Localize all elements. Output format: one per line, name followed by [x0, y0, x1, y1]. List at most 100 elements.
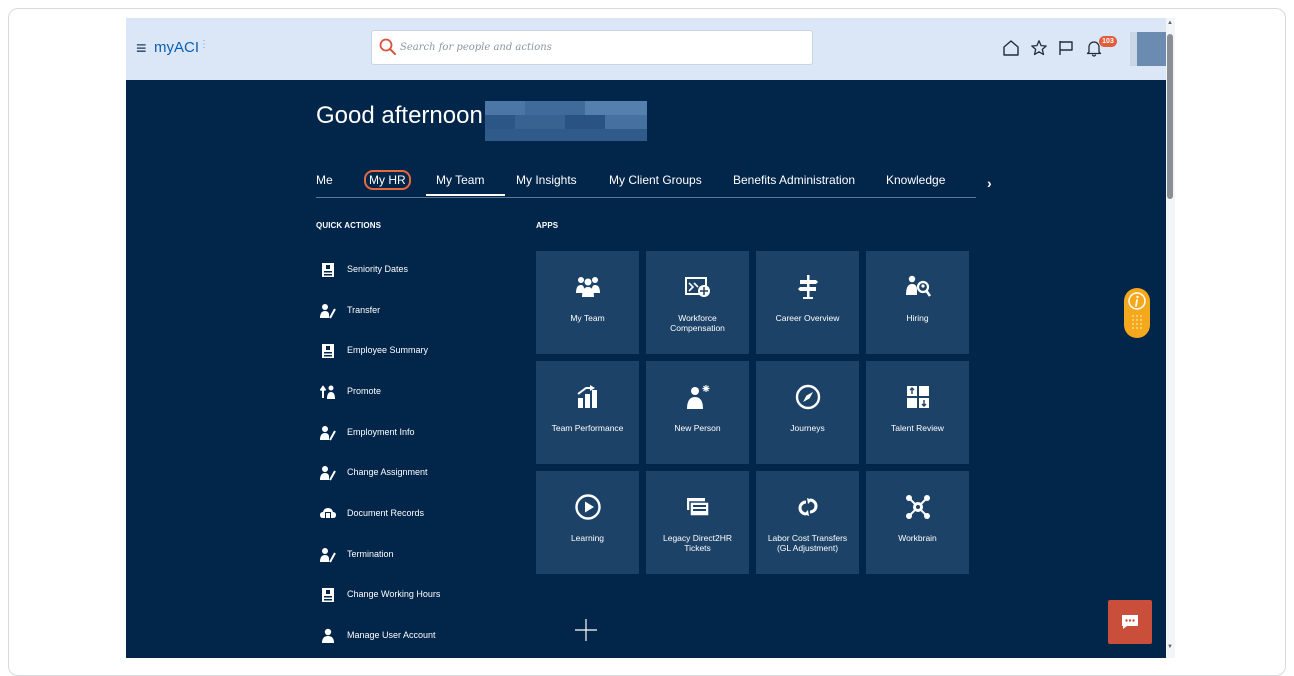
tab-my-client-groups[interactable]: My Client Groups	[609, 173, 702, 187]
transfer-cycle-icon	[798, 498, 818, 516]
scroll-up-icon[interactable]: ▲	[1167, 20, 1173, 26]
chat-bubble-icon	[1122, 615, 1138, 629]
tab-benefits-administration[interactable]: Benefits Administration	[733, 173, 855, 187]
top-bar: ≡ myACI⋮ 103	[126, 18, 1166, 80]
app-tile-team-performance[interactable]: Team Performance	[536, 361, 639, 464]
app-tile-career-overview[interactable]: Career Overview	[756, 251, 859, 354]
chat-button[interactable]	[1108, 600, 1152, 644]
compensation-icon	[685, 277, 710, 297]
grip-dots-icon	[1132, 315, 1142, 329]
quick-action-document-records[interactable]: Document Records	[316, 504, 496, 524]
quick-action-employee-summary[interactable]: Employee Summary	[316, 341, 496, 361]
quick-action-termination[interactable]: Termination	[316, 545, 496, 565]
greeting: Good afternoon,	[316, 102, 490, 129]
quick-action-label: Promote	[347, 386, 382, 396]
tabs-next-arrow-icon[interactable]: ›	[987, 175, 992, 191]
app-tile-legacy-direct2hr-tickets[interactable]: Legacy Direct2HR Tickets	[646, 471, 749, 574]
quick-action-promote[interactable]: Promote	[316, 382, 496, 402]
tickets-icon	[687, 498, 710, 517]
person-edit-icon	[320, 548, 336, 563]
performance-chart-icon	[577, 385, 597, 408]
app-tile-learning[interactable]: Learning	[536, 471, 639, 574]
quick-action-manage-user-account[interactable]: Manage User Account	[316, 626, 496, 646]
app-tile-journeys[interactable]: Journeys	[756, 361, 859, 464]
info-icon	[1128, 292, 1146, 310]
id-badge-icon	[322, 263, 334, 277]
quick-action-label: Transfer	[347, 305, 381, 315]
logo[interactable]: myACI⋮	[154, 39, 209, 56]
app-tile-label: Workbrain	[898, 533, 937, 543]
quick-action-label: Employee Summary	[347, 345, 429, 355]
id-badge-icon	[322, 588, 334, 602]
help-widget[interactable]	[1124, 288, 1150, 338]
tab-me[interactable]: Me	[316, 173, 333, 187]
avatar[interactable]	[1130, 32, 1166, 66]
tab-my-team[interactable]: My Team	[425, 173, 507, 196]
id-badge-icon	[322, 344, 334, 358]
quick-action-transfer[interactable]: Transfer	[316, 301, 496, 321]
quick-action-label: Change Assignment	[347, 467, 428, 477]
tab-knowledge[interactable]: Knowledge	[886, 173, 945, 187]
talent-grid-icon	[907, 386, 929, 408]
quick-action-label: Employment Info	[347, 427, 415, 437]
search-icon	[379, 38, 396, 55]
quick-action-change-assignment[interactable]: Change Assignment	[316, 463, 496, 483]
app-tile-label: Journeys	[790, 423, 825, 433]
promote-icon	[320, 385, 335, 399]
quick-action-label: Termination	[347, 549, 394, 559]
add-icon[interactable]	[574, 618, 598, 642]
star-icon[interactable]	[1030, 39, 1048, 57]
hamburger-icon[interactable]: ≡	[136, 38, 147, 58]
search-input[interactable]	[400, 31, 800, 64]
person-icon	[322, 628, 334, 643]
app-tile-workbrain[interactable]: Workbrain	[866, 471, 969, 574]
app-tile-talent-review[interactable]: Talent Review	[866, 361, 969, 464]
home-icon[interactable]	[1002, 39, 1020, 57]
cloud-document-icon	[320, 508, 336, 519]
quick-action-change-working-hours[interactable]: Change Working Hours	[316, 585, 496, 605]
quick-action-employment-info[interactable]: Employment Info	[316, 423, 496, 443]
scrollbar-thumb[interactable]	[1167, 34, 1173, 199]
quick-action-label: Document Records	[347, 508, 425, 518]
app-tile-label: Legacy Direct2HR Tickets	[663, 533, 732, 553]
quick-action-label: Change Working Hours	[347, 589, 441, 599]
app-tile-label: Learning	[570, 533, 605, 543]
app-tile-new-person[interactable]: New Person	[646, 361, 749, 464]
signpost-icon	[798, 275, 818, 299]
app-tile-label: Labor Cost Transfers (GL Adjustment)	[767, 533, 848, 553]
app-window: ≡ myACI⋮ 103 Good afternoon,	[126, 18, 1166, 658]
quick-action-seniority-dates[interactable]: Seniority Dates	[316, 260, 496, 280]
hiring-icon	[906, 275, 932, 297]
search-box[interactable]	[371, 30, 813, 65]
person-edit-icon	[320, 304, 336, 319]
app-tile-hiring[interactable]: Hiring	[866, 251, 969, 354]
logo-text: myACI	[154, 39, 199, 56]
play-icon	[575, 494, 601, 520]
person-edit-icon	[320, 426, 336, 441]
apps-heading: APPS	[536, 221, 559, 230]
app-tile-label: Hiring	[906, 313, 929, 323]
person-edit-icon	[320, 466, 336, 481]
app-tile-label: Career Overview	[775, 313, 840, 323]
team-icon	[576, 277, 600, 297]
tab-my-insights[interactable]: My Insights	[516, 173, 577, 187]
quick-action-label: Seniority Dates	[347, 264, 409, 274]
app-tile-workforce-compensation[interactable]: Workforce Compensation	[646, 251, 749, 354]
flag-icon[interactable]	[1057, 39, 1075, 57]
app-tile-labor-cost-transfers[interactable]: Labor Cost Transfers (GL Adjustment)	[756, 471, 859, 574]
redacted-name	[485, 101, 647, 141]
network-icon	[906, 495, 930, 519]
quick-actions-heading: QUICK ACTIONS	[316, 221, 382, 230]
compass-icon	[795, 384, 821, 410]
app-tile-label: Team Performance	[551, 423, 624, 433]
app-tile-label: New Person	[674, 423, 721, 433]
notification-badge: 103	[1099, 36, 1117, 47]
app-tile-label: My Team	[570, 313, 605, 323]
app-tile-my-team[interactable]: My Team	[536, 251, 639, 354]
tab-my-hr[interactable]: My HR	[364, 170, 411, 190]
new-person-icon	[687, 385, 710, 409]
quick-action-label: Manage User Account	[347, 630, 436, 640]
tab-bar: Me My HR My Team My Insights My Client G…	[316, 170, 976, 198]
logo-spark-icon: ⋮	[199, 39, 209, 50]
scroll-down-icon[interactable]: ▼	[1167, 644, 1173, 650]
